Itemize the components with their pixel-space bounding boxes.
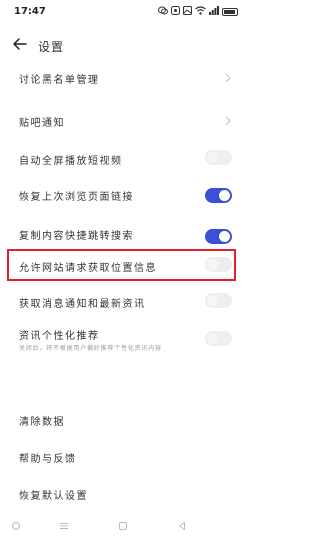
tabs-icon[interactable]	[117, 520, 129, 532]
battery-icon	[222, 8, 238, 16]
status-icons	[158, 6, 238, 18]
status-time: 17:47	[14, 6, 46, 17]
page-title: 设置	[38, 40, 65, 54]
wechat-icon	[158, 6, 168, 18]
autoplay-video-toggle[interactable]	[205, 150, 232, 165]
row-title: 自动全屏播放短视频	[19, 156, 123, 167]
settings-row-personalized-recommendations: 资讯个性化推荐 关闭后，将不根据用户偏好推荐个性化资讯内容	[0, 322, 246, 356]
highlight-box	[7, 249, 236, 281]
row-title: 复制内容快捷跳转搜索	[19, 231, 134, 242]
page-header: 设置	[0, 30, 246, 58]
status-bar: 17:47	[0, 0, 246, 28]
settings-row-autoplay-fullscreen-video: 自动全屏播放短视频	[0, 145, 246, 171]
menu-icon[interactable]	[58, 520, 70, 532]
row-title: 清除数据	[19, 417, 65, 428]
row-title: 贴吧通知	[19, 118, 65, 129]
chevron-right-icon	[225, 73, 231, 83]
notification-icon	[171, 6, 180, 18]
wifi-icon	[195, 6, 206, 18]
row-title: 讨论黑名单管理	[19, 75, 100, 86]
settings-row-copy-quick-search: 复制内容快捷跳转搜索	[0, 220, 246, 248]
home-icon[interactable]	[10, 520, 22, 532]
signal-icon	[209, 6, 219, 18]
row-title: 获取消息通知和最新资讯	[19, 299, 146, 310]
settings-row-restore-defaults[interactable]: 恢复默认设置	[0, 482, 246, 506]
image-icon	[183, 6, 192, 18]
row-title: 帮助与反馈	[19, 454, 77, 465]
settings-row-discussion-blacklist[interactable]: 讨论黑名单管理	[0, 66, 246, 90]
personalized-recommendations-toggle[interactable]	[205, 331, 232, 346]
system-nav-bar	[0, 514, 246, 538]
row-subtitle: 关闭后，将不根据用户偏好推荐个性化资讯内容	[19, 345, 162, 352]
message-notifications-toggle[interactable]	[205, 293, 232, 308]
settings-row-tieba-notifications[interactable]: 贴吧通知	[0, 106, 246, 130]
settings-row-restore-last-page: 恢复上次浏览页面链接	[0, 181, 246, 209]
back-triangle-icon[interactable]	[176, 520, 188, 532]
chevron-right-icon	[225, 116, 231, 126]
row-title: 资讯个性化推荐	[19, 331, 100, 342]
row-title: 恢复上次浏览页面链接	[19, 192, 134, 203]
settings-row-message-notifications: 获取消息通知和最新资讯	[0, 289, 246, 313]
settings-row-clear-data[interactable]: 清除数据	[0, 408, 246, 432]
back-arrow-icon	[13, 38, 27, 50]
copy-quick-search-toggle[interactable]	[205, 229, 232, 244]
back-button[interactable]	[10, 34, 30, 54]
settings-row-help-feedback[interactable]: 帮助与反馈	[0, 446, 246, 470]
row-title: 恢复默认设置	[19, 491, 88, 502]
restore-last-page-toggle[interactable]	[205, 188, 232, 203]
